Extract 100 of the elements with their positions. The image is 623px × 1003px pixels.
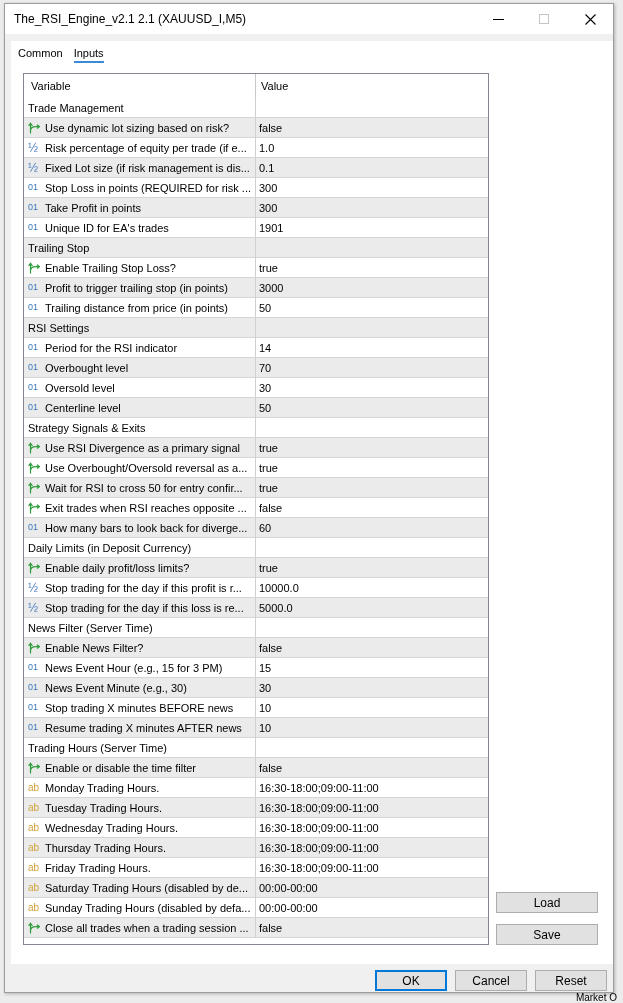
parameter-value: true	[259, 461, 278, 474]
type-icon: ab	[28, 902, 40, 913]
parameter-value: 10	[259, 701, 272, 714]
parameter-value: 16:30-18:00;09:00-11:00	[259, 841, 379, 854]
type-icon: ½	[28, 581, 38, 594]
parameter-name: Trailing distance from price (in points)	[45, 301, 228, 314]
branch-arrow-icon	[28, 641, 40, 654]
type-icon: 01	[28, 383, 38, 392]
group-row[interactable]: Strategy Signals & Exits	[24, 418, 488, 438]
parameter-row[interactable]: Enable Trailing Stop Loss? true	[24, 258, 488, 278]
parameter-name: Exit trades when RSI reaches opposite ...	[45, 501, 247, 514]
parameter-name: Period for the RSI indicator	[45, 341, 178, 354]
parameter-name: Fixed Lot size (if risk management is dis...	[45, 161, 250, 174]
parameter-row[interactable]: 01 Oversold level 30	[24, 378, 488, 398]
parameter-name: Tuesday Trading Hours.	[45, 801, 162, 814]
group-row[interactable]: News Filter (Server Time)	[24, 618, 488, 638]
type-icon: 01	[28, 223, 38, 232]
branch-arrow-icon	[28, 261, 40, 274]
parameter-row[interactable]: 01 Overbought level 70	[24, 358, 488, 378]
group-label: Trade Management	[28, 101, 124, 114]
branch-arrow-icon	[28, 441, 40, 454]
parameter-row[interactable]: 01 Period for the RSI indicator 14	[24, 338, 488, 358]
type-icon: ½	[28, 161, 38, 174]
parameter-row[interactable]: 01 How many bars to look back for diverge... 60	[24, 518, 488, 538]
column-header[interactable]: Variable	[24, 74, 255, 98]
parameter-row[interactable]: 01 Trailing distance from price (in points) 50	[24, 298, 488, 318]
parameter-name: Resume trading X minutes AFTER news	[45, 721, 242, 734]
type-icon: 01	[28, 723, 38, 732]
parameter-row[interactable]: 01 Unique ID for EA's trades 1901	[24, 218, 488, 238]
parameter-name: Take Profit in points	[45, 201, 141, 214]
parameter-name: Monday Trading Hours.	[45, 781, 160, 794]
parameter-row[interactable]: ab Tuesday Trading Hours. 16:30-18:00;09:00-11:00	[24, 798, 488, 818]
parameter-value: true	[259, 261, 278, 274]
type-icon: 01	[28, 283, 38, 292]
parameter-value: 300	[259, 181, 278, 194]
parameter-row[interactable]: 01 News Event Hour (e.g., 15 for 3 PM) 15	[24, 658, 488, 678]
parameter-name: Enable daily profit/loss limits?	[45, 561, 190, 574]
parameter-row[interactable]: ½ Stop trading for the day if this profit is r... 10000.0	[24, 578, 488, 598]
branch-arrow-icon	[28, 121, 40, 134]
group-row[interactable]: Trade Management	[24, 98, 488, 118]
parameter-name: Stop trading for the day if this loss is re...	[45, 601, 244, 614]
group-row[interactable]: Daily Limits (in Deposit Currency)	[24, 538, 488, 558]
type-icon: ½	[28, 141, 38, 154]
group-label: RSI Settings	[28, 321, 90, 334]
parameter-name: Oversold level	[45, 381, 115, 394]
type-icon: 01	[28, 663, 38, 672]
parameter-row[interactable]: Close all trades when a trading session ... false	[24, 918, 488, 938]
type-icon: ab	[28, 882, 40, 893]
group-row[interactable]: RSI Settings	[24, 318, 488, 338]
parameter-row[interactable]: 01 Stop Loss in points (REQUIRED for risk ... 300	[24, 178, 488, 198]
dialog-button[interactable]: OK	[375, 970, 447, 991]
parameter-row[interactable]: 01 Resume trading X minutes AFTER news 10	[24, 718, 488, 738]
parameter-row[interactable]: Exit trades when RSI reaches opposite ... false	[24, 498, 488, 518]
parameter-row[interactable]: ab Saturday Trading Hours (disabled by de... 00:00-00:00	[24, 878, 488, 898]
parameter-row[interactable]: ab Sunday Trading Hours (disabled by defa... 00:00-00:00	[24, 898, 488, 918]
parameter-value: 16:30-18:00;09:00-11:00	[259, 861, 379, 874]
parameter-row[interactable]: ab Wednesday Trading Hours. 16:30-18:00;09:00-11:00	[24, 818, 488, 838]
parameter-value: 1901	[259, 221, 284, 234]
type-icon: 01	[28, 303, 38, 312]
parameter-name: Risk percentage of equity per trade (if e...	[45, 141, 247, 154]
branch-arrow-icon	[28, 481, 40, 494]
type-icon: 01	[28, 203, 38, 212]
parameter-row[interactable]: 01 Stop trading X minutes BEFORE news 10	[24, 698, 488, 718]
parameter-row[interactable]: ½ Fixed Lot size (if risk management is dis... 0.1	[24, 158, 488, 178]
parameter-name: Wednesday Trading Hours.	[45, 821, 179, 834]
parameter-row[interactable]: 01 News Event Minute (e.g., 30) 30	[24, 678, 488, 698]
tab[interactable]: Common	[18, 44, 63, 63]
parameter-row[interactable]: ab Monday Trading Hours. 16:30-18:00;09:00-11:00	[24, 778, 488, 798]
parameter-name: Enable News Filter?	[45, 641, 144, 654]
side-button[interactable]: Save	[496, 924, 598, 945]
parameter-row[interactable]: ab Thursday Trading Hours. 16:30-18:00;09:00-11:00	[24, 838, 488, 858]
group-row[interactable]: Trading Hours (Server Time)	[24, 738, 488, 758]
parameter-row[interactable]: Enable News Filter? false	[24, 638, 488, 658]
parameter-value: 0.1	[259, 161, 275, 174]
parameter-row[interactable]: Enable or disable the time filter false	[24, 758, 488, 778]
parameter-row[interactable]: ½ Stop trading for the day if this loss is re... 5000.0	[24, 598, 488, 618]
parameter-value: 16:30-18:00;09:00-11:00	[259, 801, 379, 814]
parameter-value: false	[259, 761, 283, 774]
minimize-icon	[492, 18, 504, 20]
parameter-row[interactable]: Use dynamic lot sizing based on risk? false	[24, 118, 488, 138]
parameter-row[interactable]: 01 Profit to trigger trailing stop (in points) 3000	[24, 278, 488, 298]
branch-arrow-icon	[28, 921, 40, 934]
parameter-row[interactable]: Use Overbought/Oversold reversal as a... true	[24, 458, 488, 478]
group-row[interactable]: Trailing Stop	[24, 238, 488, 258]
dialog-button[interactable]: Cancel	[455, 970, 527, 991]
parameter-row[interactable]: ab Friday Trading Hours. 16:30-18:00;09:00-11:00	[24, 858, 488, 878]
parameter-row[interactable]: ½ Risk percentage of equity per trade (if e... 1.0	[24, 138, 488, 158]
parameter-row[interactable]: Wait for RSI to cross 50 for entry confir... true	[24, 478, 488, 498]
parameter-row[interactable]: Enable daily profit/loss limits? true	[24, 558, 488, 578]
side-button[interactable]: Load	[496, 892, 598, 913]
parameter-value: 30	[259, 681, 272, 694]
dialog-button[interactable]: Reset	[535, 970, 607, 991]
parameter-value: 30	[259, 381, 272, 394]
parameter-row[interactable]: 01 Centerline level 50	[24, 398, 488, 418]
parameter-value: 16:30-18:00;09:00-11:00	[259, 781, 379, 794]
parameter-value: 70	[259, 361, 272, 374]
parameter-name: Unique ID for EA's trades	[45, 221, 169, 234]
parameter-row[interactable]: Use RSI Divergence as a primary signal true	[24, 438, 488, 458]
parameter-row[interactable]: 01 Take Profit in points 300	[24, 198, 488, 218]
tab[interactable]: Inputs	[73, 44, 104, 63]
